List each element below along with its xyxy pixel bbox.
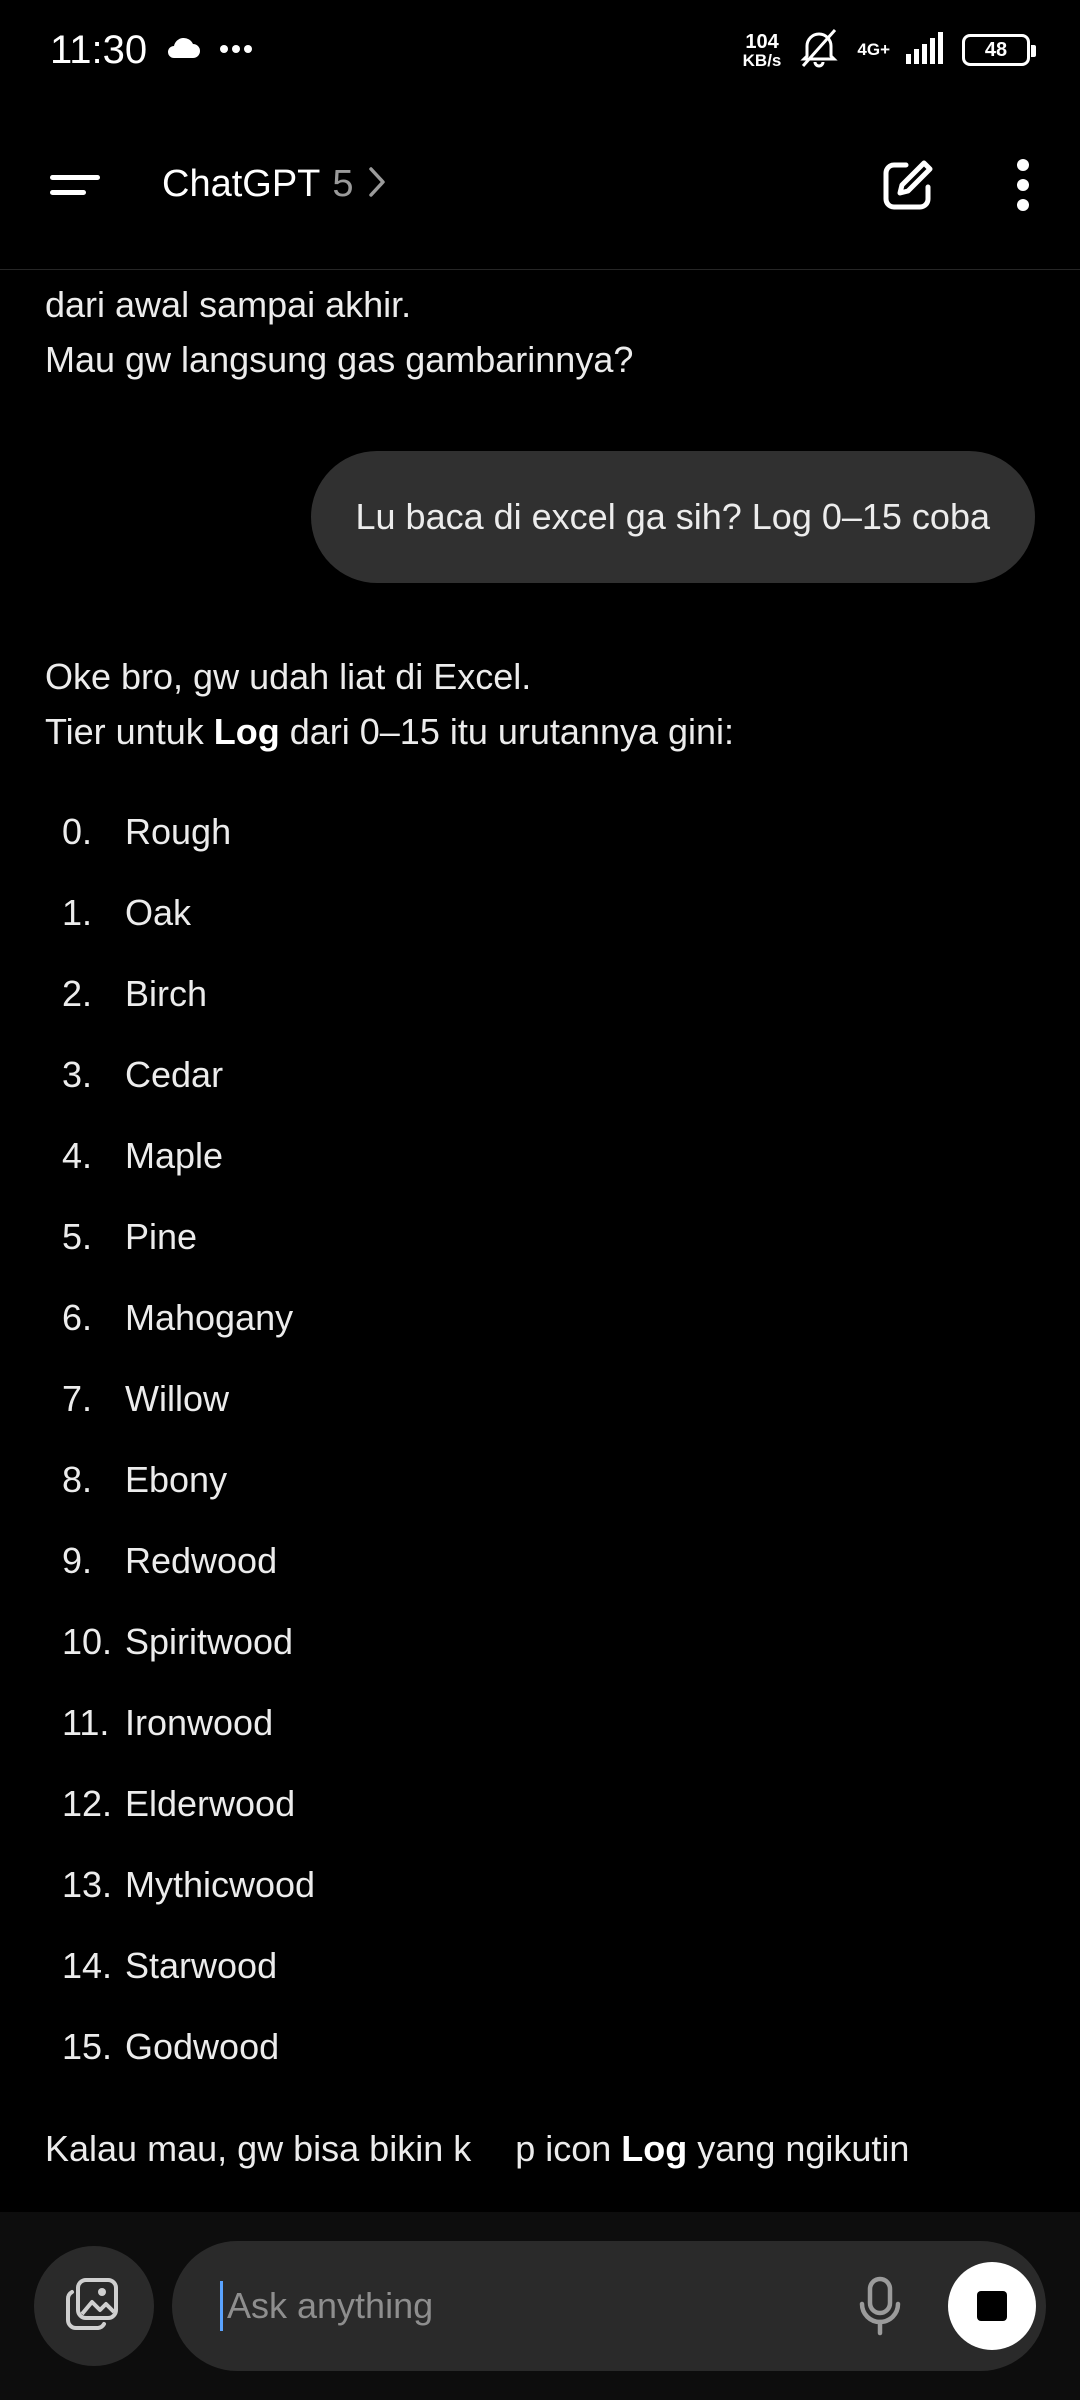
list-item: 11. Ironwood [62,1701,274,1743]
list-item: 10. Spiritwood [62,1620,294,1662]
app-header: ChatGPT 5 [0,100,1080,270]
list-item: 0. Rough [62,810,232,852]
tier-list: 0. Rough 1. Oak 2. Birch 3. Cedar 4. Maple 5.… [0,791,1080,2087]
mic-icon[interactable] [840,2266,920,2346]
menu-icon[interactable] [50,155,110,215]
stop-icon [977,2291,1007,2321]
network-type: 4G+ [857,40,890,59]
more-vertical-icon[interactable] [1016,158,1030,212]
cloud-icon [165,36,201,65]
list-item: 14. Starwood [62,1944,278,1986]
list-item: 4. Maple [62,1134,224,1176]
list-item: 2. Birch [62,972,208,1014]
user-message-text: Lu baca di excel ga sih? Log 0–15 coba [355,496,990,537]
composer-bar [0,2212,1080,2400]
list-item: 1. Oak [62,891,192,933]
status-bar: 11:30 104 KB/s 4G+ 48 [0,0,1080,100]
mute-icon [797,28,841,73]
more-dots-icon [219,41,253,59]
text-caret [220,2281,223,2331]
chevron-right-icon [366,165,388,204]
model-version: 5 [332,163,354,205]
net-speed: 104 KB/s [742,30,782,70]
message-input[interactable] [225,2284,840,2328]
list-item: 8. Ebony [62,1458,228,1500]
image-attach-icon [62,2274,126,2339]
battery-level: 48 [984,38,1008,61]
status-time: 11:30 [50,27,148,72]
user-message-bubble[interactable]: Lu baca di excel ga sih? Log 0–15 coba [310,451,1035,583]
message-line: Oke bro, gw udah liat di Excel. [45,656,532,697]
stop-generating-button[interactable] [948,2262,1036,2350]
list-item: 3. Cedar [62,1053,224,1095]
list-item: 9. Redwood [62,1539,278,1581]
message-input-container[interactable] [172,2241,1046,2371]
new-chat-icon[interactable] [880,157,936,213]
list-item: 7. Willow [62,1377,229,1419]
list-item: 6. Mahogany [62,1296,294,1338]
battery-icon: 48 [962,34,1036,66]
assistant-message-outro: Kalau mau, gw bisa bikin kp icon Log yan… [45,2128,910,2169]
message-line: Tier untuk Log dari 0–15 itu urutannya g… [45,711,735,752]
message-line: dari awal sampai akhir. [45,284,412,325]
assistant-message-top: dari awal sampai akhir. Mau gw langsung … [0,277,678,387]
list-item: 13. Mythicwood [62,1863,316,1905]
assistant-message-intro: Oke bro, gw udah liat di Excel. Tier unt… [0,649,779,759]
model-selector[interactable]: ChatGPT 5 [162,163,388,206]
list-item: 12. Elderwood [62,1782,296,1824]
message-line: Mau gw langsung gas gambarinnya? [45,339,634,380]
list-item: 5. Pine [62,1215,198,1257]
attach-image-button[interactable] [34,2246,154,2366]
app-title: ChatGPT [162,163,321,205]
signal-icon [906,31,946,69]
list-item: 15. Godwood [62,2025,280,2067]
chat-thread[interactable]: dari awal sampai akhir. Mau gw langsung … [0,271,1080,2211]
